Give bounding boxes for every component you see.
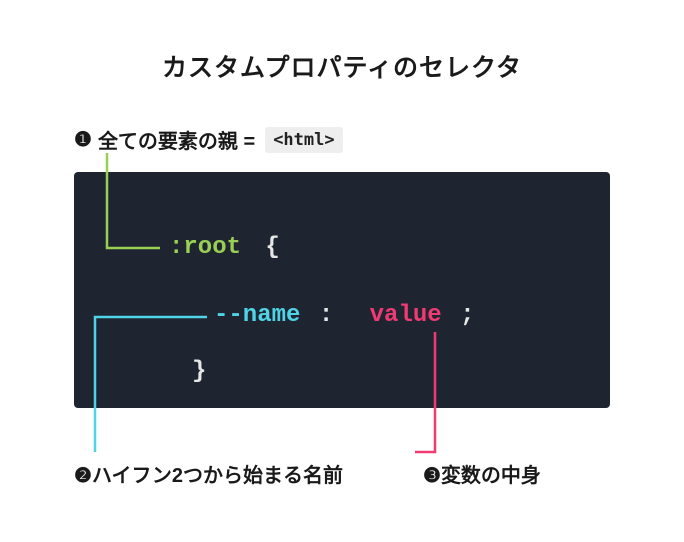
callout-2-number: ❷	[74, 463, 92, 488]
code-line-2: --name : value ;	[214, 302, 474, 329]
code-line-3: }	[192, 358, 206, 385]
diagram-stage: カスタムプロパティのセレクタ ❶ 全ての要素の親 = <html> :root …	[0, 0, 684, 542]
callout-1: ❶ 全ての要素の親 = <html>	[74, 125, 343, 154]
close-brace: }	[192, 358, 206, 385]
page-title: カスタムプロパティのセレクタ	[0, 48, 684, 84]
callout-3-text: 変数の中身	[441, 465, 541, 487]
css-var-name: --name	[214, 302, 300, 329]
callout-2-text: ハイフン2つから始まる名前	[92, 465, 343, 487]
callout-1-number: ❶	[74, 127, 92, 152]
css-selector: :root	[169, 234, 241, 261]
html-tag-chip: <html>	[265, 127, 342, 153]
code-line-1: :root {	[169, 234, 280, 261]
callout-3: ❸変数の中身	[423, 459, 541, 488]
css-colon: :	[319, 302, 333, 329]
callout-3-number: ❸	[423, 463, 441, 488]
css-semicolon: ;	[460, 302, 474, 329]
code-block: :root { --name : value ; }	[74, 172, 610, 408]
callout-1-text: 全ての要素の親 =	[98, 125, 255, 154]
css-value: value	[370, 302, 442, 329]
callout-2: ❷ハイフン2つから始まる名前	[74, 459, 343, 488]
open-brace: {	[265, 234, 279, 261]
